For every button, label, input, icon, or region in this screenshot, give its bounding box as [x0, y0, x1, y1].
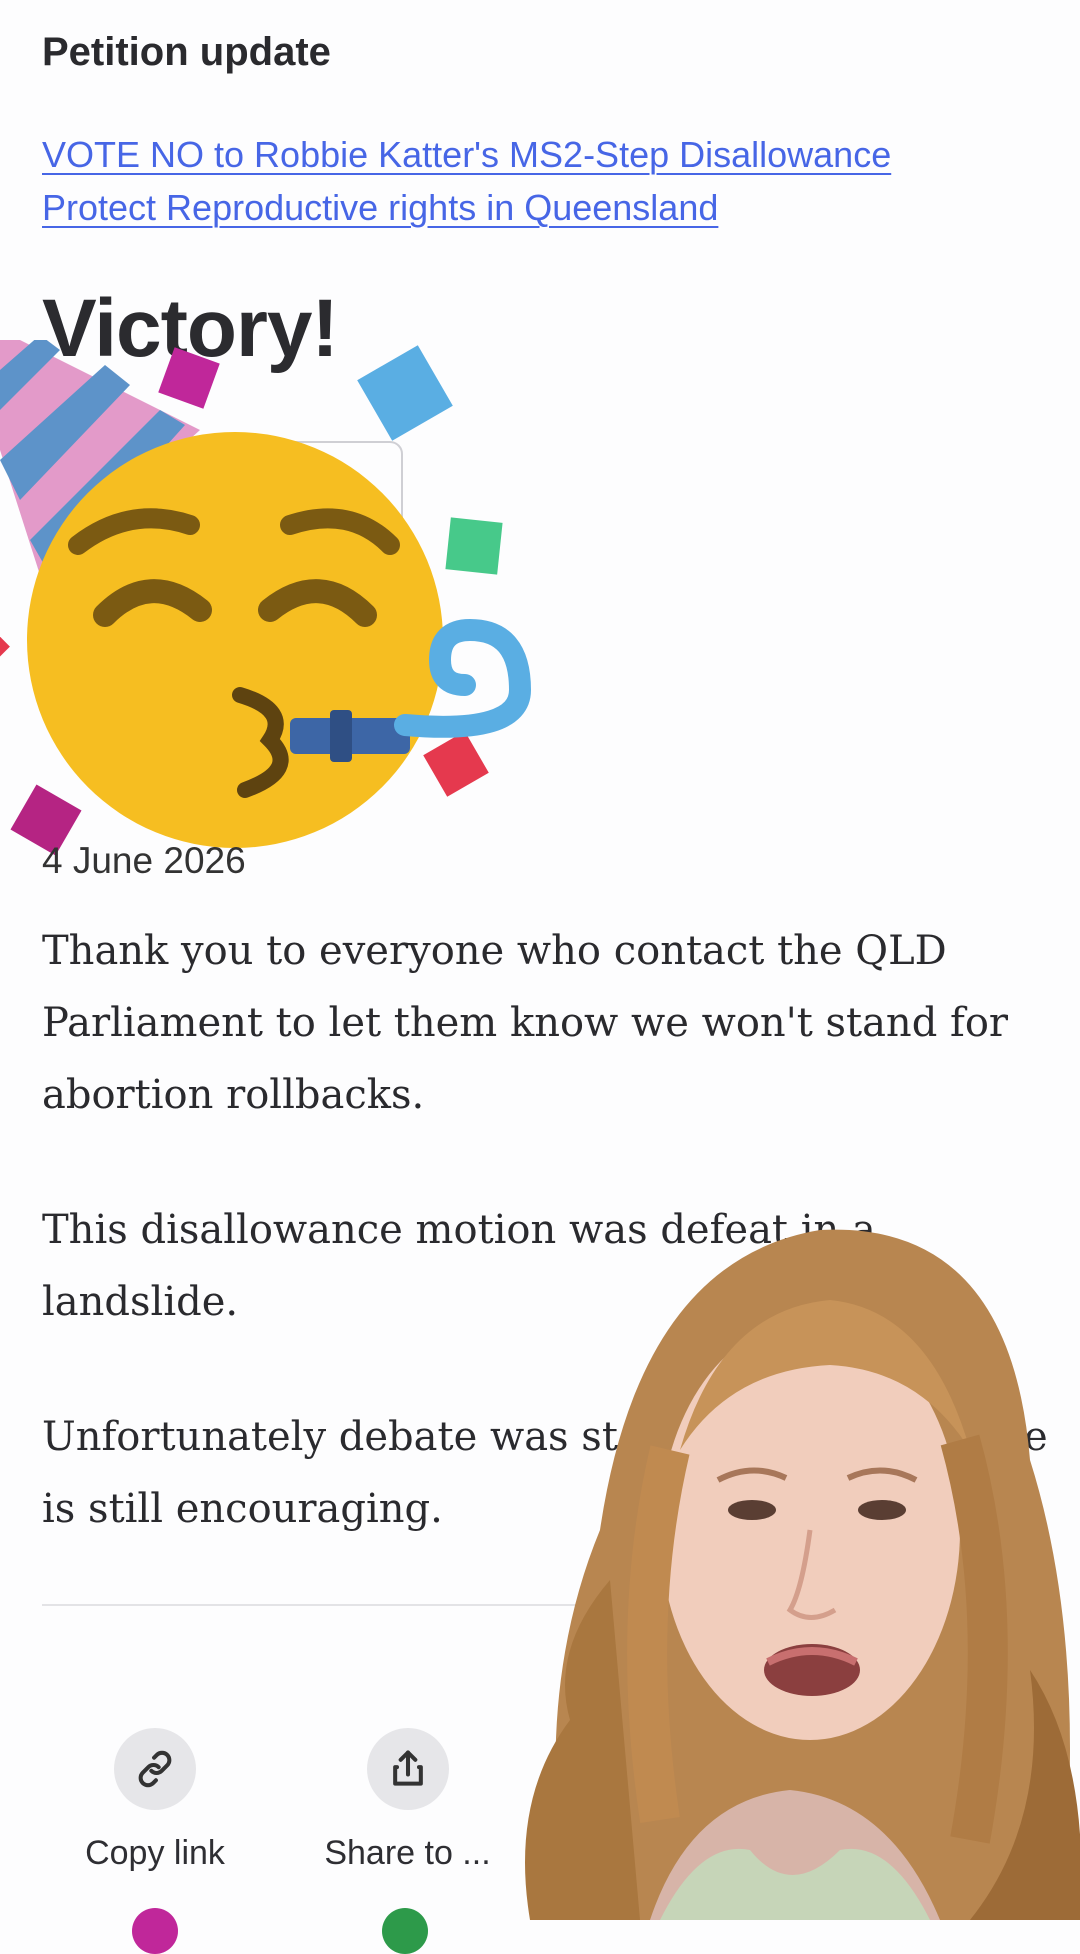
share-icon[interactable]	[366, 1728, 449, 1810]
header-title: Petition update	[42, 30, 331, 74]
party-face-emoji-icon	[0, 330, 560, 860]
copy-link-label: Copy link	[85, 1834, 225, 1872]
paragraph2-line2: landslide.	[42, 1279, 239, 1325]
presenter-video-overlay	[490, 1200, 1080, 1920]
petition-link[interactable]: VOTE NO to Robbie Katter's MS2-Step Disa…	[42, 128, 1002, 234]
share-to-label: Share to ...	[324, 1834, 491, 1872]
paragraph3-line2: is still encouraging.	[42, 1486, 443, 1532]
petition-link-line1[interactable]: VOTE NO to Robbie Katter's MS2-Step Disa…	[42, 128, 1002, 181]
petition-link-line2[interactable]: Protect Reproductive rights in Queenslan…	[42, 181, 1002, 234]
partial-share-dot-green	[382, 1908, 428, 1954]
copy-link-button[interactable]: Copy link	[80, 1728, 230, 1873]
update-date: 4 June 2026	[42, 840, 246, 881]
share-to-button[interactable]: Share to ...	[315, 1728, 500, 1873]
body-paragraph-1: Thank you to everyone who contact the QL…	[42, 928, 1009, 1118]
link-icon[interactable]	[114, 1728, 196, 1810]
partial-share-dot-pink	[132, 1908, 178, 1954]
